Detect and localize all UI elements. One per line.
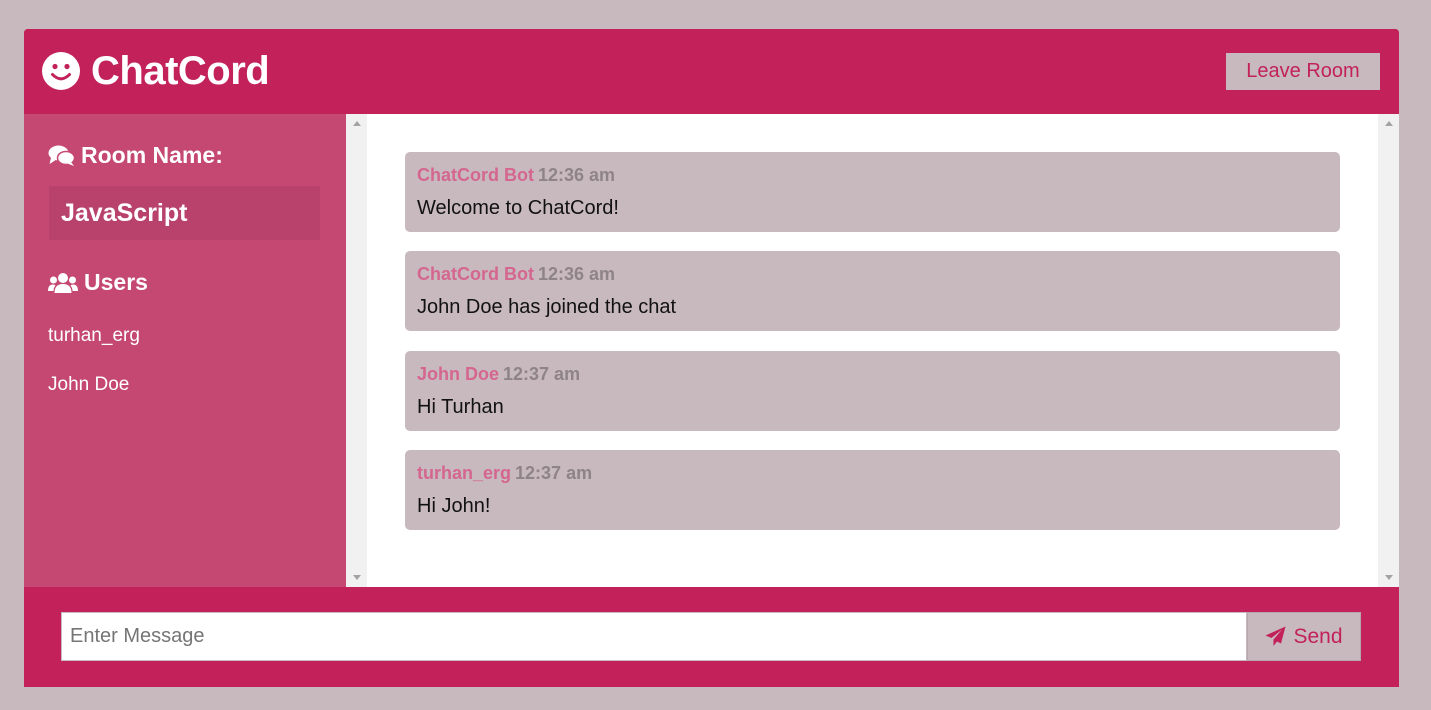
message: ChatCord Bot 12:36 am Welcome to ChatCord…: [405, 152, 1340, 232]
message-text: John Doe has joined the chat: [417, 296, 677, 318]
message-time: 12:37 am: [503, 364, 581, 384]
app-title: ChatCord: [91, 49, 270, 93]
message-input[interactable]: [61, 612, 1247, 661]
paper-plane-icon: [1265, 626, 1286, 646]
message: John Doe 12:37 am Hi Turhan: [405, 351, 1340, 431]
room-name: JavaScript: [49, 186, 320, 240]
send-label: Send: [1293, 624, 1343, 648]
chat-app: ChatCord Leave Room Room Name: JavaScrip…: [24, 29, 1399, 687]
logo: ChatCord: [42, 49, 270, 93]
message: ChatCord Bot 12:36 am John Doe has joined…: [405, 251, 1340, 331]
message-meta: turhan_erg 12:37 am: [417, 463, 592, 484]
user-item: turhan_erg: [48, 325, 140, 346]
scroll-up-arrow-icon[interactable]: [353, 121, 361, 126]
scroll-down-arrow-icon[interactable]: [353, 575, 361, 580]
scroll-down-arrow-icon[interactable]: [1385, 575, 1393, 580]
scroll-up-arrow-icon[interactable]: [1385, 121, 1393, 126]
users-icon: [48, 272, 78, 293]
chat-header: ChatCord Leave Room: [24, 29, 1399, 114]
message-text: Hi John!: [417, 495, 491, 517]
message-meta: ChatCord Bot 12:36 am: [417, 264, 615, 285]
sidebar: Room Name: JavaScript Users turhan_erg J…: [24, 114, 346, 587]
message-text: Hi Turhan: [417, 396, 504, 418]
users-heading: Users: [48, 269, 148, 296]
messages-scrollbar[interactable]: [1378, 114, 1399, 587]
comments-icon: [48, 145, 75, 166]
users-label: Users: [84, 269, 148, 295]
message-author: turhan_erg: [417, 463, 512, 483]
message-author: ChatCord Bot: [417, 165, 534, 185]
room-name-heading: Room Name:: [48, 142, 223, 169]
chat-messages: ChatCord Bot 12:36 am Welcome to ChatCord…: [367, 114, 1378, 587]
users-list: turhan_erg John Doe: [48, 324, 140, 422]
chat-form-container: Send: [24, 587, 1399, 687]
smile-icon: [42, 52, 80, 90]
sidebar-scrollbar[interactable]: [346, 114, 367, 587]
message-meta: ChatCord Bot 12:36 am: [417, 165, 615, 186]
message-meta: John Doe 12:37 am: [417, 364, 580, 385]
room-name-label: Room Name:: [81, 142, 223, 168]
message-author: John Doe: [417, 364, 500, 384]
message-author: ChatCord Bot: [417, 264, 534, 284]
message: turhan_erg 12:37 am Hi John!: [405, 450, 1340, 530]
message-time: 12:37 am: [515, 463, 593, 483]
leave-room-button[interactable]: Leave Room: [1226, 53, 1380, 90]
message-time: 12:36 am: [537, 165, 616, 185]
message-time: 12:36 am: [537, 264, 616, 284]
send-button[interactable]: Send: [1247, 612, 1361, 661]
message-text: Welcome to ChatCord!: [417, 197, 619, 219]
user-item: John Doe: [48, 374, 130, 395]
